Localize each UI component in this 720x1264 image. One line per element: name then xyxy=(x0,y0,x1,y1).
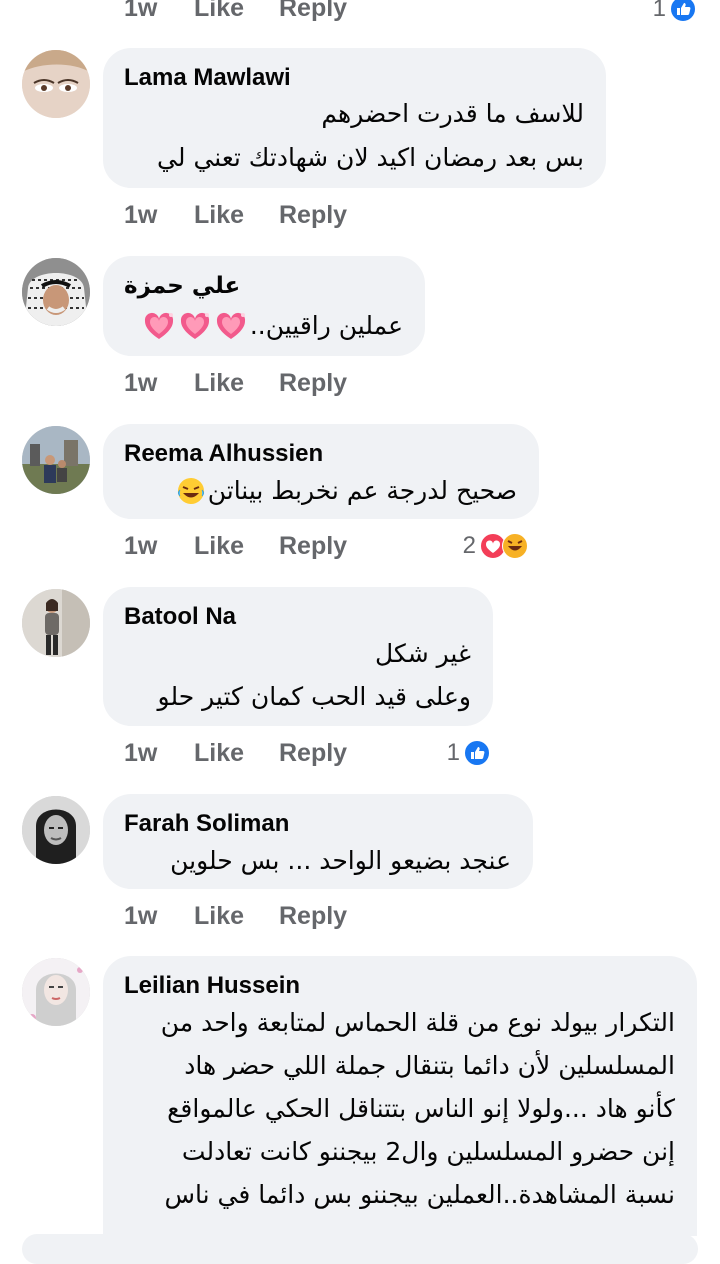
comment-text-line: بس بعد رمضان اكيد لان شهادتك تعني لي xyxy=(157,143,584,172)
comment-time[interactable]: 1w xyxy=(124,532,157,561)
comment-author[interactable]: Farah Soliman xyxy=(124,810,289,838)
reply-link[interactable]: Reply xyxy=(279,902,347,931)
reply-link[interactable]: Reply xyxy=(279,532,347,561)
comment-text: عملين راقيين.. xyxy=(249,311,403,340)
woman-sketch-photo-icon xyxy=(22,958,90,1026)
avatar[interactable] xyxy=(22,589,90,657)
like-link[interactable]: Like xyxy=(194,201,244,230)
comment-author[interactable]: علي حمزة xyxy=(124,273,240,299)
comment-bubble: Farah Soliman عنجد بضيعو الواحد ... بس ح… xyxy=(103,794,533,889)
comment-time[interactable]: 1w xyxy=(124,0,157,23)
like-reaction-icon xyxy=(464,739,490,766)
comment-text-line: للاسف ما قدرت احضرهم xyxy=(321,99,584,128)
avatar[interactable] xyxy=(22,426,90,494)
avatar[interactable] xyxy=(22,796,90,864)
man-keffiyeh-photo-icon xyxy=(22,258,90,326)
like-link[interactable]: Like xyxy=(194,369,244,398)
sparkling-heart-emoji-icon xyxy=(142,310,176,342)
reaction-summary[interactable]: 2 xyxy=(463,531,528,561)
like-reaction-icon xyxy=(670,0,696,22)
comment-time[interactable]: 1w xyxy=(124,739,157,768)
comment-text-line: نسبة المشاهدة..العملين بيجننو بس دائما ف… xyxy=(164,1180,675,1209)
reply-link[interactable]: Reply xyxy=(279,201,347,230)
reaction-count: 1 xyxy=(652,0,666,22)
comment-time[interactable]: 1w xyxy=(124,369,157,398)
comment-input-bar[interactable] xyxy=(22,1234,698,1264)
comment-text-line: وعلى قيد الحب كمان كتير حلو xyxy=(157,682,471,711)
comment-author[interactable]: Batool Na xyxy=(124,603,236,631)
reply-link[interactable]: Reply xyxy=(279,0,347,23)
reaction-summary[interactable]: 1 xyxy=(653,0,696,24)
comment-text: صحيح لدرجة عم نخربط بيناتن xyxy=(207,476,517,505)
like-link[interactable]: Like xyxy=(194,0,244,23)
avatar[interactable] xyxy=(22,258,90,326)
comment-text-line: التكرار بيولد نوع من قلة الحماس لمتابعة … xyxy=(160,1008,675,1037)
comment-bubble: علي حمزة عملين راقيين.. xyxy=(103,256,425,356)
comment-text-line: عملين راقيين.. xyxy=(142,305,403,347)
like-link[interactable]: Like xyxy=(194,902,244,931)
comment-bubble: Leilian Hussein التكرار بيولد نوع من قلة… xyxy=(103,956,697,1236)
comment-time[interactable]: 1w xyxy=(124,902,157,931)
avatar[interactable] xyxy=(22,50,90,118)
comment-bubble: Lama Mawlawi للاسف ما قدرت احضرهم بس بعد… xyxy=(103,48,606,188)
comment-author[interactable]: Lama Mawlawi xyxy=(124,64,291,92)
comment-text-line: المسلسلين لأن دائما بتنقال جملة اللي حضر… xyxy=(184,1051,675,1080)
woman-eyes-photo-icon xyxy=(22,50,90,118)
outdoor-people-photo-icon xyxy=(22,426,90,494)
reaction-count: 2 xyxy=(462,532,476,559)
like-link[interactable]: Like xyxy=(194,532,244,561)
comment-bubble: Batool Na غير شكل وعلى قيد الحب كمان كتي… xyxy=(103,587,493,726)
woman-standing-photo-icon xyxy=(22,589,90,657)
comment-author[interactable]: Leilian Hussein xyxy=(124,972,300,1000)
sparkling-heart-emoji-icon xyxy=(214,310,248,342)
like-link[interactable]: Like xyxy=(194,739,244,768)
rolling-laughing-emoji-icon xyxy=(176,476,206,506)
comment-time[interactable]: 1w xyxy=(124,201,157,230)
comment-text-line: صحيح لدرجة عم نخربط بيناتن xyxy=(176,470,517,512)
reaction-count: 1 xyxy=(446,739,460,766)
avatar[interactable] xyxy=(22,958,90,1026)
comment-text-line: كأنو هاد ...ولولا إنو الناس بتتناقل الحك… xyxy=(167,1094,675,1123)
sparkling-heart-emoji-icon xyxy=(178,310,212,342)
comment-text-line: إنن حضرو المسلسلين وال2 بيجننو كانت تعاد… xyxy=(181,1137,675,1166)
comment-text-line: عنجد بضيعو الواحد ... بس حلوين xyxy=(170,846,511,875)
reply-link[interactable]: Reply xyxy=(279,369,347,398)
comment-author[interactable]: Reema Alhussien xyxy=(124,440,323,468)
haha-reaction-icon xyxy=(502,532,528,559)
reaction-summary[interactable]: 1 xyxy=(447,738,490,768)
reply-link[interactable]: Reply xyxy=(279,739,347,768)
comment-bubble: Reema Alhussien صحيح لدرجة عم نخربط بينا… xyxy=(103,424,539,519)
woman-bw-photo-icon xyxy=(22,796,90,864)
comment-text-line: غير شكل xyxy=(374,639,471,668)
